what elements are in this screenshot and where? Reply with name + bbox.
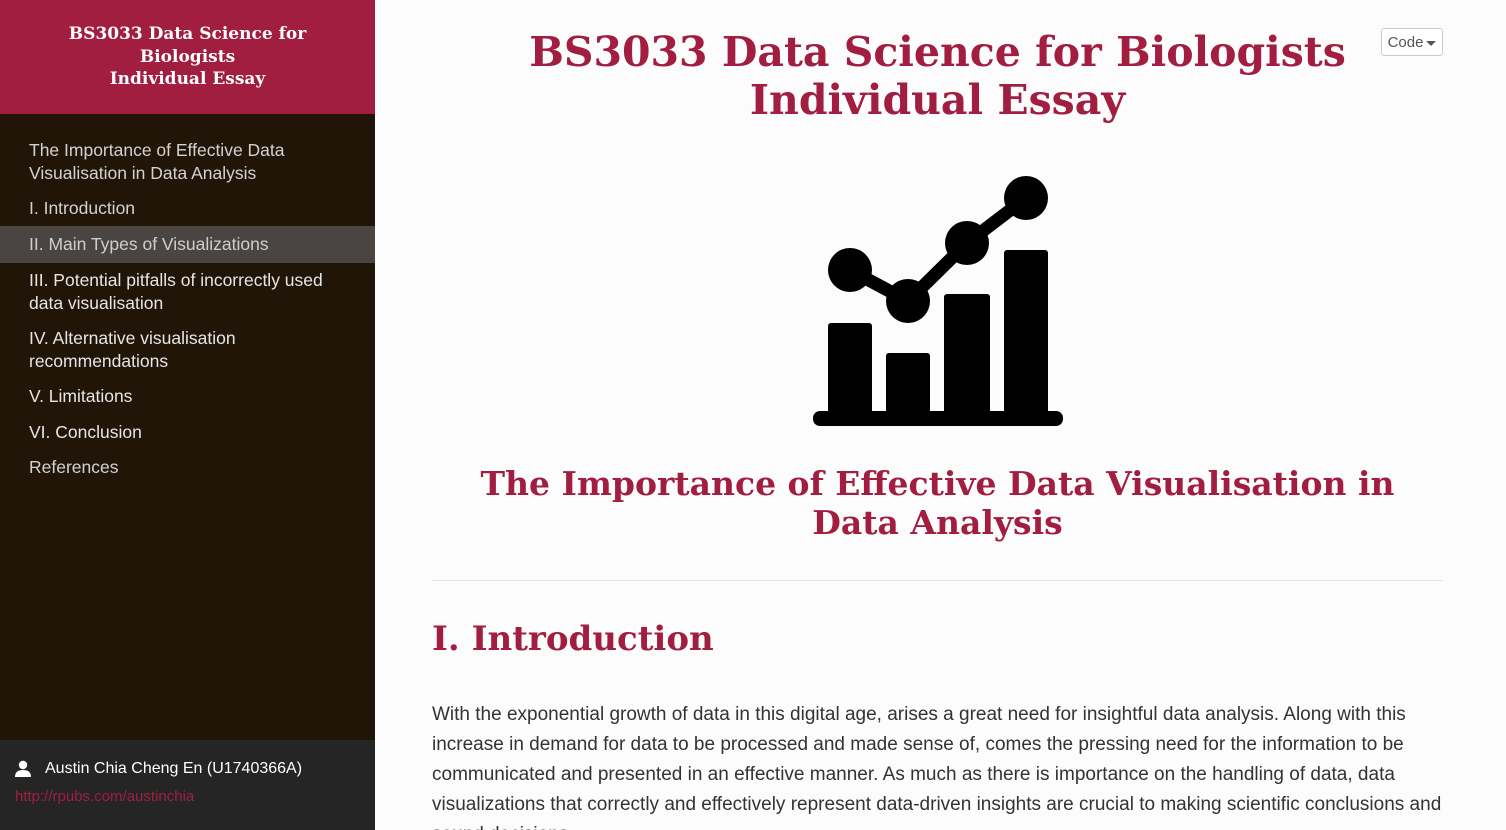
- toc-item-pitfalls[interactable]: III. Potential pitfalls of incorrectly u…: [0, 266, 375, 317]
- sidebar-title-line-1: BS3033 Data Science for: [68, 24, 307, 45]
- divider: [432, 580, 1443, 581]
- sidebar-footer: Austin Chia Cheng En (U1740366A) http://…: [0, 740, 375, 830]
- toc-item-importance[interactable]: The Importance of Effective Data Visuali…: [0, 136, 375, 187]
- essay-subtitle: The Importance of Effective Data Visuali…: [480, 464, 1395, 542]
- bar-line-chart-icon: [810, 170, 1070, 432]
- toc-item-references[interactable]: References: [0, 453, 375, 482]
- sidebar-title-line-2: Biologists: [139, 46, 236, 67]
- section-heading-introduction: I. Introduction: [432, 619, 714, 659]
- sidebar-header: BS3033 Data Science for Biologists Indiv…: [0, 0, 375, 114]
- author-row: Austin Chia Cheng En (U1740366A): [14, 760, 361, 778]
- toc-item-limitations[interactable]: V. Limitations: [0, 382, 375, 411]
- toc-item-alternatives[interactable]: IV. Alternative visualisation recommenda…: [0, 324, 375, 375]
- table-of-contents: The Importance of Effective Data Visuali…: [0, 114, 375, 482]
- sidebar: BS3033 Data Science for Biologists Indiv…: [0, 0, 375, 830]
- toc-item-introduction[interactable]: I. Introduction: [0, 194, 375, 223]
- user-icon: [14, 760, 34, 778]
- toc-item-conclusion[interactable]: VI. Conclusion: [0, 418, 375, 447]
- page-title-line-1: BS3033 Data Science for Biologists: [529, 28, 1346, 76]
- sidebar-title-line-3: Individual Essay: [109, 69, 266, 90]
- rpubs-link[interactable]: http://rpubs.com/austinchia: [14, 788, 361, 805]
- introduction-paragraph: With the exponential growth of data in t…: [432, 704, 1442, 830]
- toc-item-main-types[interactable]: II. Main Types of Visualizations: [0, 225, 375, 263]
- page-title: BS3033 Data Science for Biologists Indiv…: [432, 28, 1443, 124]
- page-title-line-2: Individual Essay: [749, 76, 1126, 124]
- author-name: Austin Chia Cheng En (U1740366A): [45, 760, 303, 777]
